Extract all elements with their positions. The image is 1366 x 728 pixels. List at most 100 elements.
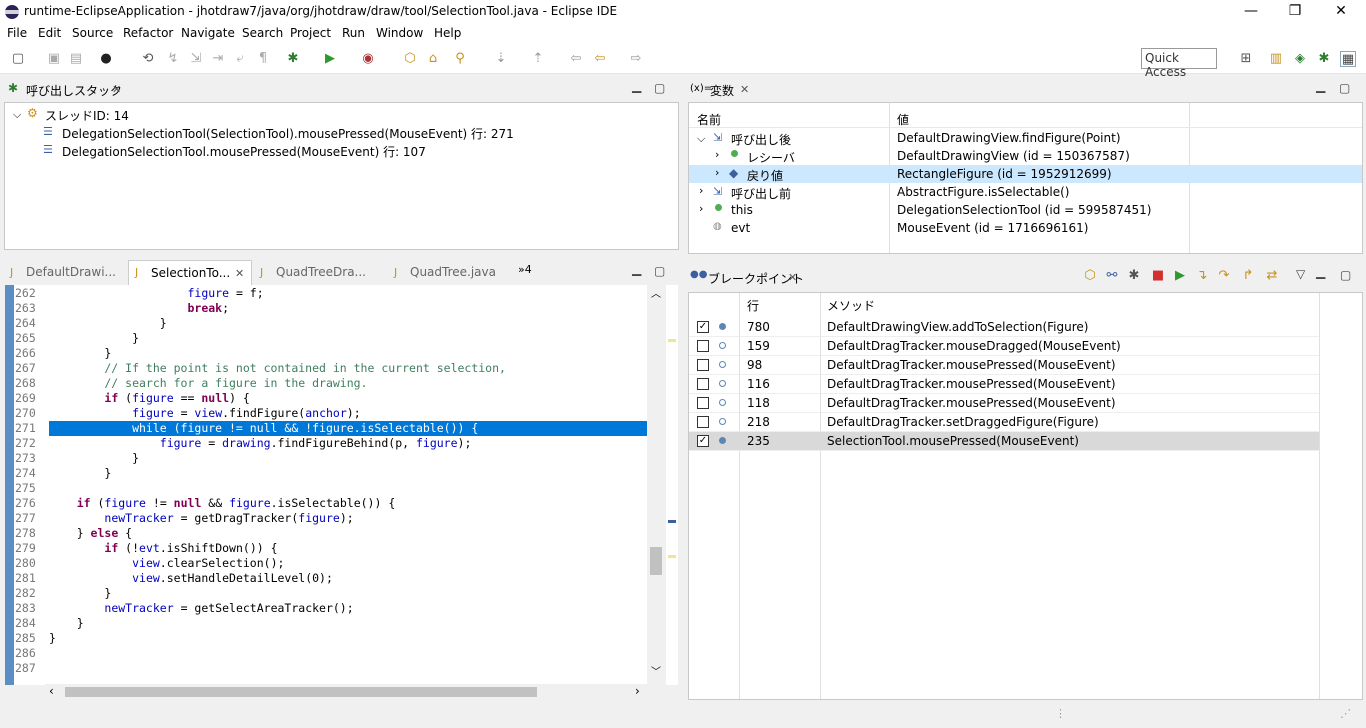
skip-all-icon[interactable]: ✱ <box>1126 268 1142 284</box>
breakpoint-method[interactable]: DefaultDragTracker.mousePressed(MouseEve… <box>827 396 1116 410</box>
maximize-button[interactable]: ❐ <box>1272 0 1318 24</box>
show-breakpoints-icon[interactable]: ⬡ <box>1082 268 1098 284</box>
menu-project[interactable]: Project <box>290 26 331 40</box>
variable-name[interactable]: 呼び出し後 <box>731 131 791 148</box>
step-return-icon[interactable]: ⤶ <box>232 51 248 67</box>
debug-icon[interactable]: ✱ <box>285 51 301 67</box>
breakpoint-checkbox[interactable]: ✓ <box>697 321 709 333</box>
resume-icon[interactable]: ▶ <box>1172 268 1188 284</box>
editor-tab-3[interactable]: QuadTree.java <box>410 265 496 279</box>
editor-tab-1[interactable]: SelectionTo... <box>151 266 230 280</box>
breakpoint-line[interactable]: 98 <box>747 358 762 372</box>
scroll-right-icon[interactable]: › <box>635 684 640 698</box>
debug-perspective-icon[interactable]: ✱ <box>1316 51 1332 67</box>
skip-breakpoints-icon[interactable]: ● <box>98 51 114 67</box>
code-line[interactable]: } <box>49 631 56 645</box>
step-return-icon[interactable]: ↱ <box>1240 268 1256 284</box>
col-value-header[interactable]: 値 <box>897 111 909 128</box>
forward-icon[interactable]: ⇨ <box>628 51 644 67</box>
code-line[interactable]: } <box>49 451 139 465</box>
scroll-thumb[interactable] <box>65 687 537 697</box>
coverage-icon[interactable]: ◉ <box>360 51 376 67</box>
breakpoint-checkbox[interactable]: ✓ <box>697 435 709 447</box>
menu-help[interactable]: Help <box>434 26 461 40</box>
current-code-line[interactable]: while (figure != null && !figure.isSelec… <box>49 421 478 435</box>
breakpoint-line[interactable]: 235 <box>747 434 770 448</box>
col-method-header[interactable]: メソッド <box>827 297 875 314</box>
java-ee-perspective-icon[interactable]: ⊞ <box>1238 51 1254 67</box>
chevron-right-icon[interactable]: › <box>699 184 703 197</box>
chevron-right-icon[interactable]: › <box>715 166 719 179</box>
breakpoint-line[interactable]: 118 <box>747 396 770 410</box>
code-line[interactable]: if (figure != null && figure.isSelectabl… <box>49 496 396 510</box>
quick-access-field[interactable]: Quick Access <box>1141 48 1217 79</box>
code-line[interactable]: } <box>49 331 139 345</box>
thread-label[interactable]: スレッドID: 14 <box>45 107 129 124</box>
code-line[interactable]: break; <box>49 301 229 315</box>
stack-frame-0[interactable]: DelegationSelectionTool(SelectionTool).m… <box>62 125 514 142</box>
link-icon[interactable]: ⇄ <box>1264 268 1280 284</box>
variable-name[interactable]: 戻り値 <box>747 167 783 184</box>
close-tab-icon[interactable]: ✕ <box>788 271 797 284</box>
breakpoint-method[interactable]: SelectionTool.mousePressed(MouseEvent) <box>827 434 1079 448</box>
code-line[interactable]: figure = drawing.findFigureBehind(p, fig… <box>49 436 472 450</box>
breakpoint-line[interactable]: 159 <box>747 339 770 353</box>
variable-name[interactable]: レシーバ <box>747 149 795 166</box>
code-line[interactable]: } <box>49 616 84 630</box>
chevron-right-icon[interactable]: › <box>715 148 719 161</box>
step-icon[interactable]: ↯ <box>165 51 181 67</box>
code-line[interactable]: newTracker = getSelectAreaTracker(); <box>49 601 353 615</box>
code-editor[interactable]: ︿ ﹀ 262 figure = f; 263 break; 264 } 265 } 2… <box>5 285 665 685</box>
code-line[interactable]: view.setHandleDetailLevel(0); <box>49 571 333 585</box>
editor-tab-2[interactable]: QuadTreeDra... <box>276 265 366 279</box>
last-edit-icon[interactable]: ⇦ <box>568 51 584 67</box>
prev-annotation-icon[interactable]: ⇡ <box>530 51 546 67</box>
menu-search[interactable]: Search <box>242 26 283 40</box>
scroll-thumb[interactable] <box>650 547 662 575</box>
remove-icon[interactable]: ■ <box>1150 268 1166 284</box>
close-tab-icon[interactable]: ✕ <box>235 267 244 280</box>
variable-value[interactable]: DefaultDrawingView (id = 150367587) <box>897 149 1130 163</box>
horizontal-scrollbar[interactable]: ‹ › <box>45 684 665 700</box>
minimize-view-icon[interactable]: ▁ <box>632 262 641 276</box>
code-line[interactable]: // search for a figure in the drawing. <box>49 376 367 390</box>
breakpoint-checkbox[interactable] <box>697 378 709 390</box>
breakpoint-line[interactable]: 116 <box>747 377 770 391</box>
chevron-down-icon[interactable]: ⌵ <box>697 132 705 146</box>
variable-value[interactable]: AbstractFigure.isSelectable() <box>897 185 1069 199</box>
close-tab-icon[interactable]: ✕ <box>740 83 749 96</box>
menu-file[interactable]: File <box>7 26 27 40</box>
menu-source[interactable]: Source <box>72 26 113 40</box>
active-editor-tab[interactable]: J SelectionTo... ✕ <box>128 260 252 286</box>
editor-tab-0[interactable]: DefaultDrawi... <box>26 265 116 279</box>
save-icon[interactable]: ▣ <box>46 51 62 67</box>
maximize-view-icon[interactable]: ▢ <box>654 264 665 278</box>
minimize-view-icon[interactable]: ▁ <box>1316 79 1325 93</box>
chevron-down-icon[interactable]: ⌵ <box>13 108 21 122</box>
scroll-down-icon[interactable]: ﹀ <box>651 663 661 678</box>
step-into-icon[interactable]: ⇲ <box>188 51 204 67</box>
vertical-scrollbar[interactable]: ︿ ﹀ <box>647 285 665 685</box>
variable-name[interactable]: 呼び出し前 <box>731 185 791 202</box>
open-perspective-icon[interactable]: ▥ <box>1268 51 1284 67</box>
menu-navigate[interactable]: Navigate <box>181 26 235 40</box>
step-over-icon[interactable]: ⇥ <box>210 51 226 67</box>
variable-value[interactable]: RectangleFigure (id = 1952912699) <box>897 167 1112 181</box>
code-line[interactable]: } <box>49 346 111 360</box>
next-annotation-icon[interactable]: ⇣ <box>493 51 509 67</box>
variable-value[interactable]: MouseEvent (id = 1716696161) <box>897 221 1088 235</box>
close-tab-icon[interactable]: ✕ <box>112 83 121 96</box>
code-line[interactable]: figure = view.findFigure(anchor); <box>49 406 361 420</box>
breakpoint-checkbox[interactable] <box>697 397 709 409</box>
code-line[interactable]: } <box>49 586 111 600</box>
drop-frame-icon[interactable]: ⟲ <box>140 51 156 67</box>
code-line[interactable]: } else { <box>49 526 132 540</box>
minimize-button[interactable]: — <box>1228 0 1274 24</box>
maximize-view-icon[interactable]: ▢ <box>1340 268 1351 282</box>
save-all-icon[interactable]: ▤ <box>68 51 84 67</box>
scroll-up-icon[interactable]: ︿ <box>651 285 661 300</box>
stack-frame-1[interactable]: DelegationSelectionTool.mousePressed(Mou… <box>62 143 426 160</box>
menu-run[interactable]: Run <box>342 26 365 40</box>
menu-window[interactable]: Window <box>376 26 423 40</box>
breakpoint-line[interactable]: 780 <box>747 320 770 334</box>
